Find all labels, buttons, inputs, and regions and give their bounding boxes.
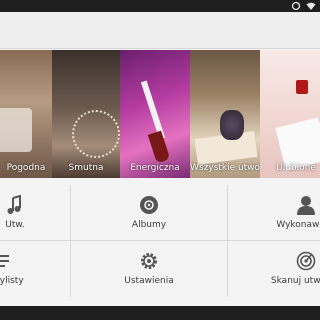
category-label: Energiczna <box>130 163 180 173</box>
menu-item-label: Ustawienia <box>124 276 174 286</box>
scan-icon <box>296 251 316 271</box>
menu-item-label: Wykonawcy <box>276 220 320 230</box>
playlist-icon <box>0 255 9 267</box>
menu-item-label: Playlisty <box>0 276 24 286</box>
category-tile-all-songs[interactable]: Wszystkie utwory <box>190 50 260 178</box>
main-menu-grid: Utw. Albumy Wykonawcy Playlisty Ustawie <box>0 185 320 300</box>
paintbrush-tip <box>147 130 171 164</box>
sync-icon <box>291 1 301 11</box>
menu-item-label: Skanuj utwory <box>270 276 320 286</box>
mug-image <box>0 108 32 152</box>
menu-item-songs[interactable]: Utw. <box>0 185 70 239</box>
dandelion-image <box>72 110 120 158</box>
paintbrush-image <box>140 80 166 140</box>
red-cup-image <box>296 80 308 94</box>
category-carousel[interactable]: Pogodna Smutna Energiczna Wszystkie utwo… <box>0 50 320 178</box>
category-tile-smutna[interactable]: Smutna <box>52 50 120 178</box>
category-tile-energiczna[interactable]: Energiczna <box>120 50 190 178</box>
category-label: Wszystkie utwory <box>190 163 260 173</box>
lavender-image <box>220 110 244 140</box>
menu-item-label: Albumy <box>131 220 167 230</box>
menu-item-scan[interactable]: Skanuj utwory <box>228 241 320 295</box>
status-bar <box>0 0 320 12</box>
category-label: Smutna <box>68 163 104 173</box>
navigation-bar <box>0 306 320 320</box>
app-bar <box>0 12 320 49</box>
category-tile-pogodna[interactable]: Pogodna <box>0 50 52 178</box>
menu-item-playlists[interactable]: Playlisty <box>0 241 70 295</box>
category-tile-favorites[interactable]: Ulubione <box>260 50 320 178</box>
menu-item-label: Utw. <box>5 220 25 230</box>
menu-item-artists[interactable]: Wykonawcy <box>228 185 320 239</box>
menu-item-settings[interactable]: Ustawienia <box>71 241 227 295</box>
menu-item-albums[interactable]: Albumy <box>71 185 227 239</box>
category-label: Ulubione <box>276 163 316 173</box>
category-label: Pogodna <box>6 163 46 173</box>
album-icon <box>140 196 158 214</box>
person-icon <box>297 196 315 215</box>
music-note-icon <box>7 195 21 214</box>
wifi-icon <box>306 2 316 10</box>
gear-icon <box>141 253 157 269</box>
